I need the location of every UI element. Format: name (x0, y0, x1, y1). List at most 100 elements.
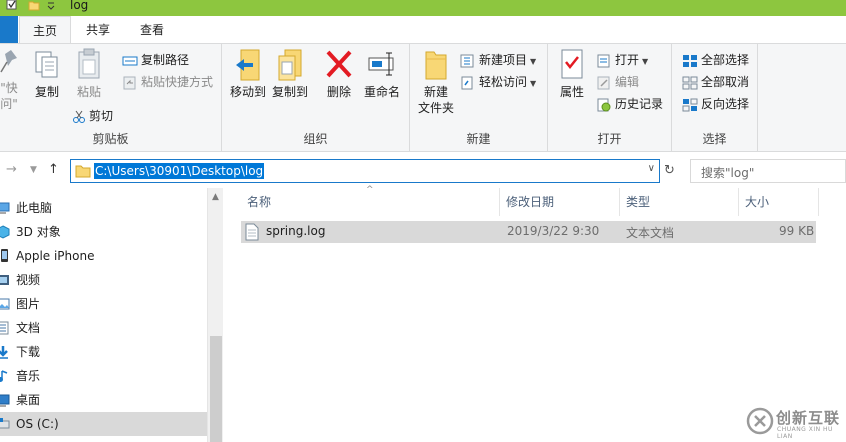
up-arrow-icon[interactable]: ↑ (48, 162, 59, 177)
nav-item-label: 下载 (16, 345, 41, 359)
history-label: 历史记录 (615, 97, 664, 111)
paste-label: 粘贴 (76, 85, 101, 99)
nav-item-os-c[interactable]: OS (C:) (0, 412, 207, 436)
address-path[interactable]: C:\Users\30901\Desktop\log (94, 163, 265, 179)
tab-file[interactable] (0, 16, 18, 44)
watermark-text: 创新互联 (776, 409, 841, 427)
nav-item-music[interactable]: 音乐 (0, 364, 207, 388)
copy-icon (35, 51, 58, 78)
column-header-type[interactable]: 类型 (620, 188, 739, 216)
nav-item-documents[interactable]: 文档 (0, 316, 207, 340)
nav-item-3d-objects[interactable]: 3D 对象 (0, 220, 207, 244)
search-box[interactable]: 搜索"log" (690, 159, 846, 183)
drive-icon (0, 418, 10, 429)
nav-item-this-pc[interactable]: 此电脑 (0, 196, 207, 220)
forward-arrow-icon[interactable]: → (6, 162, 17, 177)
new-item-dropdown-icon: ▼ (530, 57, 537, 66)
pin-to-quick-access-button[interactable]: "快 问" (0, 48, 24, 112)
cut-button[interactable]: 剪切 (72, 106, 113, 126)
nav-item-apple-iphone[interactable]: Apple iPhone (0, 244, 207, 268)
address-dropdown-icon[interactable]: ∨ (648, 163, 655, 174)
watermark-logo: 创新互联 CHUANG XIN HU LIAN (746, 404, 846, 440)
paste-button[interactable]: 粘贴 (72, 48, 106, 100)
rename-button[interactable]: 重命名 (360, 48, 404, 100)
select-group-label: 选择 (702, 132, 727, 146)
select-none-icon (682, 76, 698, 89)
tab-share[interactable]: 共享 (72, 16, 124, 44)
edit-button[interactable]: 编辑 (596, 72, 639, 92)
move-to-label: 移动到 (229, 85, 266, 99)
nav-scrollbar[interactable]: ▲ (207, 188, 223, 442)
scroll-up-arrow-icon[interactable]: ▲ (212, 192, 219, 202)
folder-icon[interactable] (28, 0, 40, 12)
paste-shortcut-button[interactable]: 粘贴快捷方式 (122, 72, 213, 92)
organize-group: 移动到 复制到 删除 重命名 组织 (222, 44, 410, 151)
delete-label: 删除 (326, 85, 351, 99)
ribbon-tabs: 主页 共享 查看 (0, 16, 846, 45)
address-bar[interactable]: C:\Users\30901\Desktop\log ∨ (70, 159, 660, 183)
nav-item-pictures[interactable]: 图片 (0, 292, 207, 316)
nav-item-downloads[interactable]: 下载 (0, 340, 207, 364)
select-all-button[interactable]: 全部选择 (682, 50, 749, 70)
nav-item-videos[interactable]: 视频 (0, 268, 207, 292)
tab-home[interactable]: 主页 (19, 16, 71, 45)
recent-locations-icon[interactable]: ▼ (30, 165, 37, 175)
new-folder-button[interactable]: 新建 文件夹 (414, 48, 458, 116)
new-group-label: 新建 (466, 132, 491, 146)
pin-label-line2: 问" (0, 97, 18, 111)
invert-selection-button[interactable]: 反向选择 (682, 94, 749, 114)
properties-button[interactable]: 属性 (556, 48, 588, 100)
delete-icon (326, 50, 352, 78)
checkbox-icon[interactable] (6, 0, 18, 12)
column-header-size[interactable]: 大小 (739, 188, 819, 216)
properties-icon (561, 49, 583, 79)
music-icon (0, 370, 8, 382)
new-item-label: 新建项目 (479, 53, 528, 67)
invert-selection-label: 反向选择 (701, 97, 750, 111)
new-folder-icon (425, 51, 447, 80)
pc-icon (0, 202, 10, 214)
easy-access-label: 轻松访问 (479, 75, 528, 89)
file-size: 99 KB (779, 224, 815, 238)
open-label: 打开 (615, 53, 640, 67)
nav-item-label: 视频 (16, 273, 41, 287)
file-type: 文本文档 (626, 226, 675, 240)
new-item-button[interactable]: 新建项目 ▼ (460, 50, 536, 70)
copy-button[interactable]: 复制 (32, 48, 62, 100)
refresh-icon[interactable]: ↻ (664, 163, 675, 178)
select-none-button[interactable]: 全部取消 (682, 72, 749, 92)
copy-path-button[interactable]: 复制路径 (122, 50, 189, 70)
watermark-logo-icon (746, 407, 774, 435)
open-group: 属性 打开 ▼ 编辑 历史记录 打开 (548, 44, 672, 151)
history-button[interactable]: 历史记录 (596, 94, 663, 114)
column-header-name[interactable]: 名称 (241, 188, 500, 216)
file-row[interactable]: spring.log 2019/3/22 9:30 文本文档 99 KB (241, 221, 816, 243)
navigation-pane: 此电脑 3D 对象 Apple iPhone 视频 图片 文档 下载 音乐 桌面… (0, 188, 224, 442)
3d-objects-icon (0, 225, 10, 239)
open-button[interactable]: 打开 ▼ (596, 50, 648, 70)
downloads-icon (0, 346, 8, 359)
column-header-modified[interactable]: 修改日期 (500, 188, 620, 216)
easy-access-button[interactable]: 轻松访问 ▼ (460, 72, 536, 92)
move-to-button[interactable]: 移动到 (228, 48, 268, 100)
minimize-icon[interactable] (818, 0, 834, 10)
video-icon (0, 275, 9, 285)
pin-icon (0, 50, 17, 73)
new-folder-label-line2: 文件夹 (417, 101, 454, 115)
copy-to-icon (278, 49, 302, 81)
open-dropdown-icon: ▼ (642, 57, 649, 66)
quick-access-dropdown-icon[interactable] (46, 0, 56, 12)
delete-button[interactable]: 删除 (322, 48, 356, 100)
new-item-icon (460, 54, 474, 67)
text-file-icon (245, 223, 259, 241)
pictures-icon (0, 298, 10, 310)
copy-to-button[interactable]: 复制到 (270, 48, 310, 100)
open-group-label: 打开 (597, 132, 622, 146)
rename-label: 重命名 (363, 85, 400, 99)
scroll-thumb[interactable] (210, 336, 222, 442)
tab-view[interactable]: 查看 (124, 16, 180, 44)
copy-to-label: 复制到 (271, 85, 308, 99)
edit-label: 编辑 (615, 75, 640, 89)
copy-path-label: 复制路径 (141, 53, 190, 67)
nav-item-desktop[interactable]: 桌面 (0, 388, 207, 412)
